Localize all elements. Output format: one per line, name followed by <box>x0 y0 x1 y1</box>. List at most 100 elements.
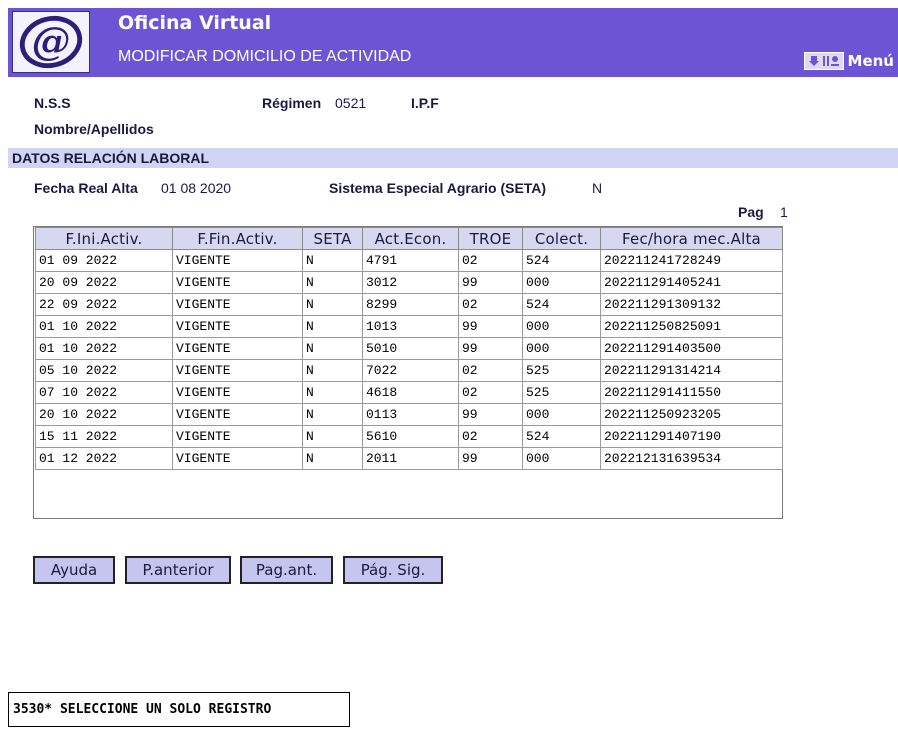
table-cell[interactable]: N <box>302 359 363 382</box>
p-anterior-button[interactable]: P.anterior <box>125 556 231 584</box>
table-cell[interactable]: 8299 <box>362 293 459 316</box>
table-cell[interactable]: 01 12 2022 <box>35 447 173 470</box>
table-row[interactable]: 05 10 2022 VIGENTE N 7022 02 525 2022112913142… <box>35 359 783 382</box>
table-cell[interactable]: 02 <box>458 425 523 448</box>
pag-sig-button[interactable]: Pág. Sig. <box>343 556 443 584</box>
table-cell[interactable]: 202211291403500 <box>600 337 783 360</box>
column-header[interactable]: TROE <box>458 227 523 250</box>
column-header[interactable]: F.Ini.Activ. <box>35 227 173 250</box>
column-header[interactable]: Colect. <box>522 227 601 250</box>
table-cell[interactable]: N <box>302 381 363 404</box>
table-cell[interactable]: 99 <box>458 337 523 360</box>
table-cell[interactable]: 20 09 2022 <box>35 271 173 294</box>
table-cell[interactable]: 01 10 2022 <box>35 337 173 360</box>
table-cell[interactable]: 202211291314214 <box>600 359 783 382</box>
table-cell[interactable]: 202211291405241 <box>600 271 783 294</box>
table-cell[interactable]: 525 <box>522 359 601 382</box>
table-cell[interactable]: 202211241728249 <box>600 249 783 272</box>
table-row[interactable]: 07 10 2022 VIGENTE N 4618 02 525 2022112914115… <box>35 381 783 404</box>
table-cell[interactable]: 01 09 2022 <box>35 249 173 272</box>
table-cell[interactable]: VIGENTE <box>172 403 303 426</box>
table-cell[interactable]: 202212131639534 <box>600 447 783 470</box>
table-cell[interactable]: 3012 <box>362 271 459 294</box>
table-cell[interactable]: 1013 <box>362 315 459 338</box>
column-header[interactable]: SETA <box>302 227 363 250</box>
table-cell[interactable]: 7022 <box>362 359 459 382</box>
table-cell[interactable]: N <box>302 293 363 316</box>
table-cell[interactable]: 01 10 2022 <box>35 315 173 338</box>
table-cell[interactable]: N <box>302 315 363 338</box>
table-cell[interactable]: N <box>302 447 363 470</box>
table-cell[interactable]: N <box>302 271 363 294</box>
table-cell[interactable]: 2011 <box>362 447 459 470</box>
table-cell[interactable]: 000 <box>522 447 601 470</box>
table-cell[interactable]: 5610 <box>362 425 459 448</box>
table-row[interactable]: 20 09 2022 VIGENTE N 3012 99 000 2022112914052… <box>35 271 783 294</box>
svg-text:@: @ <box>32 20 71 65</box>
table-cell[interactable]: N <box>302 425 363 448</box>
table-cell[interactable]: 000 <box>522 271 601 294</box>
ipf-label: I.P.F <box>411 95 439 111</box>
table-cell[interactable]: 5010 <box>362 337 459 360</box>
section-title: DATOS RELACIÓN LABORAL <box>12 150 210 166</box>
table-cell[interactable]: VIGENTE <box>172 381 303 404</box>
table-cell[interactable]: 000 <box>522 337 601 360</box>
table-cell[interactable]: VIGENTE <box>172 315 303 338</box>
table-cell[interactable]: 02 <box>458 293 523 316</box>
table-cell[interactable]: 99 <box>458 315 523 338</box>
table-cell[interactable]: 000 <box>522 315 601 338</box>
table-cell[interactable]: 202211250923205 <box>600 403 783 426</box>
table-cell[interactable]: 524 <box>522 249 601 272</box>
seta-label: Sistema Especial Agrario (SETA) <box>329 180 547 196</box>
menu-button[interactable]: Menú <box>803 51 894 71</box>
table-cell[interactable]: 99 <box>458 271 523 294</box>
table-row[interactable]: 01 09 2022 VIGENTE N 4791 02 524 2022112417282… <box>35 249 783 272</box>
table-cell[interactable]: 202211291407190 <box>600 425 783 448</box>
table-cell[interactable]: 525 <box>522 381 601 404</box>
table-cell[interactable]: 99 <box>458 403 523 426</box>
table-row[interactable]: 15 11 2022 VIGENTE N 5610 02 524 2022112914071… <box>35 425 783 448</box>
table-cell[interactable]: 4791 <box>362 249 459 272</box>
table-cell[interactable]: 99 <box>458 447 523 470</box>
column-header[interactable]: Act.Econ. <box>362 227 459 250</box>
table-row[interactable]: 01 12 2022 VIGENTE N 2011 99 000 2022121316395… <box>35 447 783 470</box>
oficina-virtual-logo: @ <box>12 11 90 73</box>
column-header[interactable]: Fec/hora mec.Alta <box>600 227 783 250</box>
table-cell[interactable]: N <box>302 403 363 426</box>
table-cell[interactable]: VIGENTE <box>172 359 303 382</box>
table-cell[interactable]: VIGENTE <box>172 271 303 294</box>
column-header[interactable]: F.Fin.Activ. <box>172 227 303 250</box>
table-cell[interactable]: 202211291411550 <box>600 381 783 404</box>
table-cell[interactable]: N <box>302 337 363 360</box>
table-cell[interactable]: 02 <box>458 381 523 404</box>
table-cell[interactable]: N <box>302 249 363 272</box>
ayuda-button[interactable]: Ayuda <box>33 556 115 584</box>
table-cell[interactable]: VIGENTE <box>172 425 303 448</box>
table-row[interactable]: 01 10 2022 VIGENTE N 5010 99 000 2022112914035… <box>35 337 783 360</box>
pag-ant-button[interactable]: Pag.ant. <box>240 556 333 584</box>
nombre-label: Nombre/Apellidos <box>34 121 154 137</box>
table-cell[interactable]: 524 <box>522 293 601 316</box>
table-cell[interactable]: 202211291309132 <box>600 293 783 316</box>
table-row[interactable]: 01 10 2022 VIGENTE N 1013 99 000 2022112508250… <box>35 315 783 338</box>
table-cell[interactable]: 02 <box>458 249 523 272</box>
table-row[interactable]: 20 10 2022 VIGENTE N 0113 99 000 2022112509232… <box>35 403 783 426</box>
seta-value: N <box>592 180 603 196</box>
table-cell[interactable]: 20 10 2022 <box>35 403 173 426</box>
table-cell[interactable]: 524 <box>522 425 601 448</box>
table-cell[interactable]: VIGENTE <box>172 293 303 316</box>
table-cell[interactable]: VIGENTE <box>172 337 303 360</box>
table-cell[interactable]: VIGENTE <box>172 249 303 272</box>
table-cell[interactable]: VIGENTE <box>172 447 303 470</box>
table-cell[interactable]: 15 11 2022 <box>35 425 173 448</box>
table-cell[interactable]: 02 <box>458 359 523 382</box>
table-cell[interactable]: 000 <box>522 403 601 426</box>
table-cell[interactable]: 4618 <box>362 381 459 404</box>
table-cell[interactable]: 22 09 2022 <box>35 293 173 316</box>
table-row[interactable]: 22 09 2022 VIGENTE N 8299 02 524 2022112913091… <box>35 293 783 316</box>
page-label: Pag <box>738 204 764 220</box>
table-cell[interactable]: 05 10 2022 <box>35 359 173 382</box>
table-cell[interactable]: 202211250825091 <box>600 315 783 338</box>
table-cell[interactable]: 07 10 2022 <box>35 381 173 404</box>
table-cell[interactable]: 0113 <box>362 403 459 426</box>
